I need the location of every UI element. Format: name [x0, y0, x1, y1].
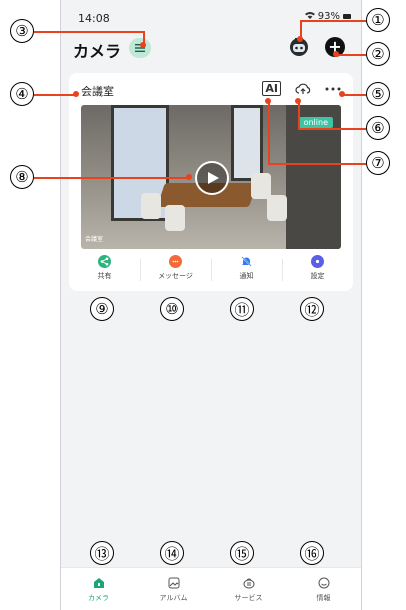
- chair: [165, 205, 185, 231]
- bell-off-icon: [240, 255, 253, 268]
- leader-dot-7: [265, 98, 271, 104]
- smile-icon: [318, 577, 329, 588]
- leader-line-2: [336, 54, 366, 56]
- callout-9: ⑨: [90, 297, 114, 321]
- share-label: 共有: [97, 272, 112, 280]
- callout-10: ⑩: [160, 297, 184, 321]
- leader-dot-2: [333, 51, 339, 57]
- tab-camera-label: カメラ: [88, 593, 109, 602]
- leader-line-6-rise: [298, 100, 300, 129]
- callout-3: ③: [10, 19, 34, 43]
- leader-line-1: [300, 20, 366, 22]
- tab-info-label: 情報: [316, 593, 331, 602]
- leader-line-7: [268, 163, 366, 165]
- page-title: カメラ: [73, 42, 122, 61]
- callout-1: ①: [366, 8, 390, 32]
- camera-home-icon: [93, 577, 104, 588]
- callout-11: ⑪: [230, 297, 254, 321]
- battery-icon: [343, 14, 351, 19]
- more-icon[interactable]: [325, 87, 341, 91]
- play-button[interactable]: [195, 161, 229, 195]
- settings-label: 設定: [310, 272, 325, 280]
- callout-15: ⑮: [230, 541, 254, 565]
- chair: [267, 195, 287, 221]
- settings-action[interactable]: 設定: [282, 255, 353, 289]
- card-actions: 共有 メッセージ 通知 設定: [69, 255, 353, 289]
- callout-12: ⑫: [300, 297, 324, 321]
- gear-icon: [311, 255, 324, 268]
- tab-info[interactable]: 情報: [286, 568, 361, 610]
- play-icon: [208, 172, 219, 184]
- online-badge: online: [298, 117, 333, 128]
- callout-14: ⑭: [160, 541, 184, 565]
- cloud-upload-icon[interactable]: [295, 83, 311, 95]
- callout-8: ⑧: [10, 165, 34, 189]
- leader-line-8: [34, 177, 190, 179]
- share-action[interactable]: 共有: [69, 255, 140, 289]
- leader-dot-8: [186, 174, 192, 180]
- tab-service-label: サービス: [234, 593, 263, 602]
- leader-line-6: [298, 128, 366, 130]
- share-icon: [98, 255, 111, 268]
- card-toolbar: AI: [262, 81, 341, 96]
- leader-dot-4: [73, 91, 79, 97]
- leader-line-7-rise: [268, 100, 270, 164]
- leader-dot-5: [339, 91, 345, 97]
- window-center: [231, 105, 263, 181]
- camera-card[interactable]: 会議室 AI online 会議室 共有 メッセージ 通知 設定: [69, 73, 353, 291]
- leader-line-4: [34, 94, 76, 96]
- menu-button[interactable]: [129, 38, 151, 58]
- leader-dot-3: [140, 42, 146, 48]
- tab-album-label: アルバム: [159, 593, 188, 602]
- leader-dot-6: [295, 98, 301, 104]
- tab-album[interactable]: アルバム: [136, 568, 211, 610]
- leader-dot-1: [297, 36, 303, 42]
- callout-5: ⑤: [366, 82, 390, 106]
- service-icon: [243, 578, 254, 588]
- callout-6: ⑥: [366, 116, 390, 140]
- notification-action[interactable]: 通知: [211, 255, 282, 289]
- message-action[interactable]: メッセージ: [140, 255, 211, 289]
- callout-7: ⑦: [366, 151, 390, 175]
- video-overlay-label: 会議室: [85, 236, 104, 243]
- album-icon: [168, 577, 179, 588]
- callout-16: ⑯: [300, 541, 324, 565]
- message-icon: [169, 255, 182, 268]
- chair: [141, 193, 161, 219]
- callout-2: ②: [366, 42, 390, 66]
- notification-label: 通知: [239, 272, 254, 280]
- room-name: 会議室: [81, 85, 114, 98]
- leader-line-5: [342, 94, 366, 96]
- callout-4: ④: [10, 82, 34, 106]
- leader-line-3: [34, 31, 144, 33]
- bottom-tab-bar: カメラ アルバム サービス 情報: [61, 567, 361, 610]
- callout-13: ⑬: [90, 541, 114, 565]
- tab-service[interactable]: サービス: [211, 568, 286, 610]
- status-time: 14:08: [78, 12, 110, 25]
- tab-camera[interactable]: カメラ: [61, 568, 136, 610]
- message-label: メッセージ: [158, 272, 193, 280]
- ai-button[interactable]: AI: [262, 81, 281, 96]
